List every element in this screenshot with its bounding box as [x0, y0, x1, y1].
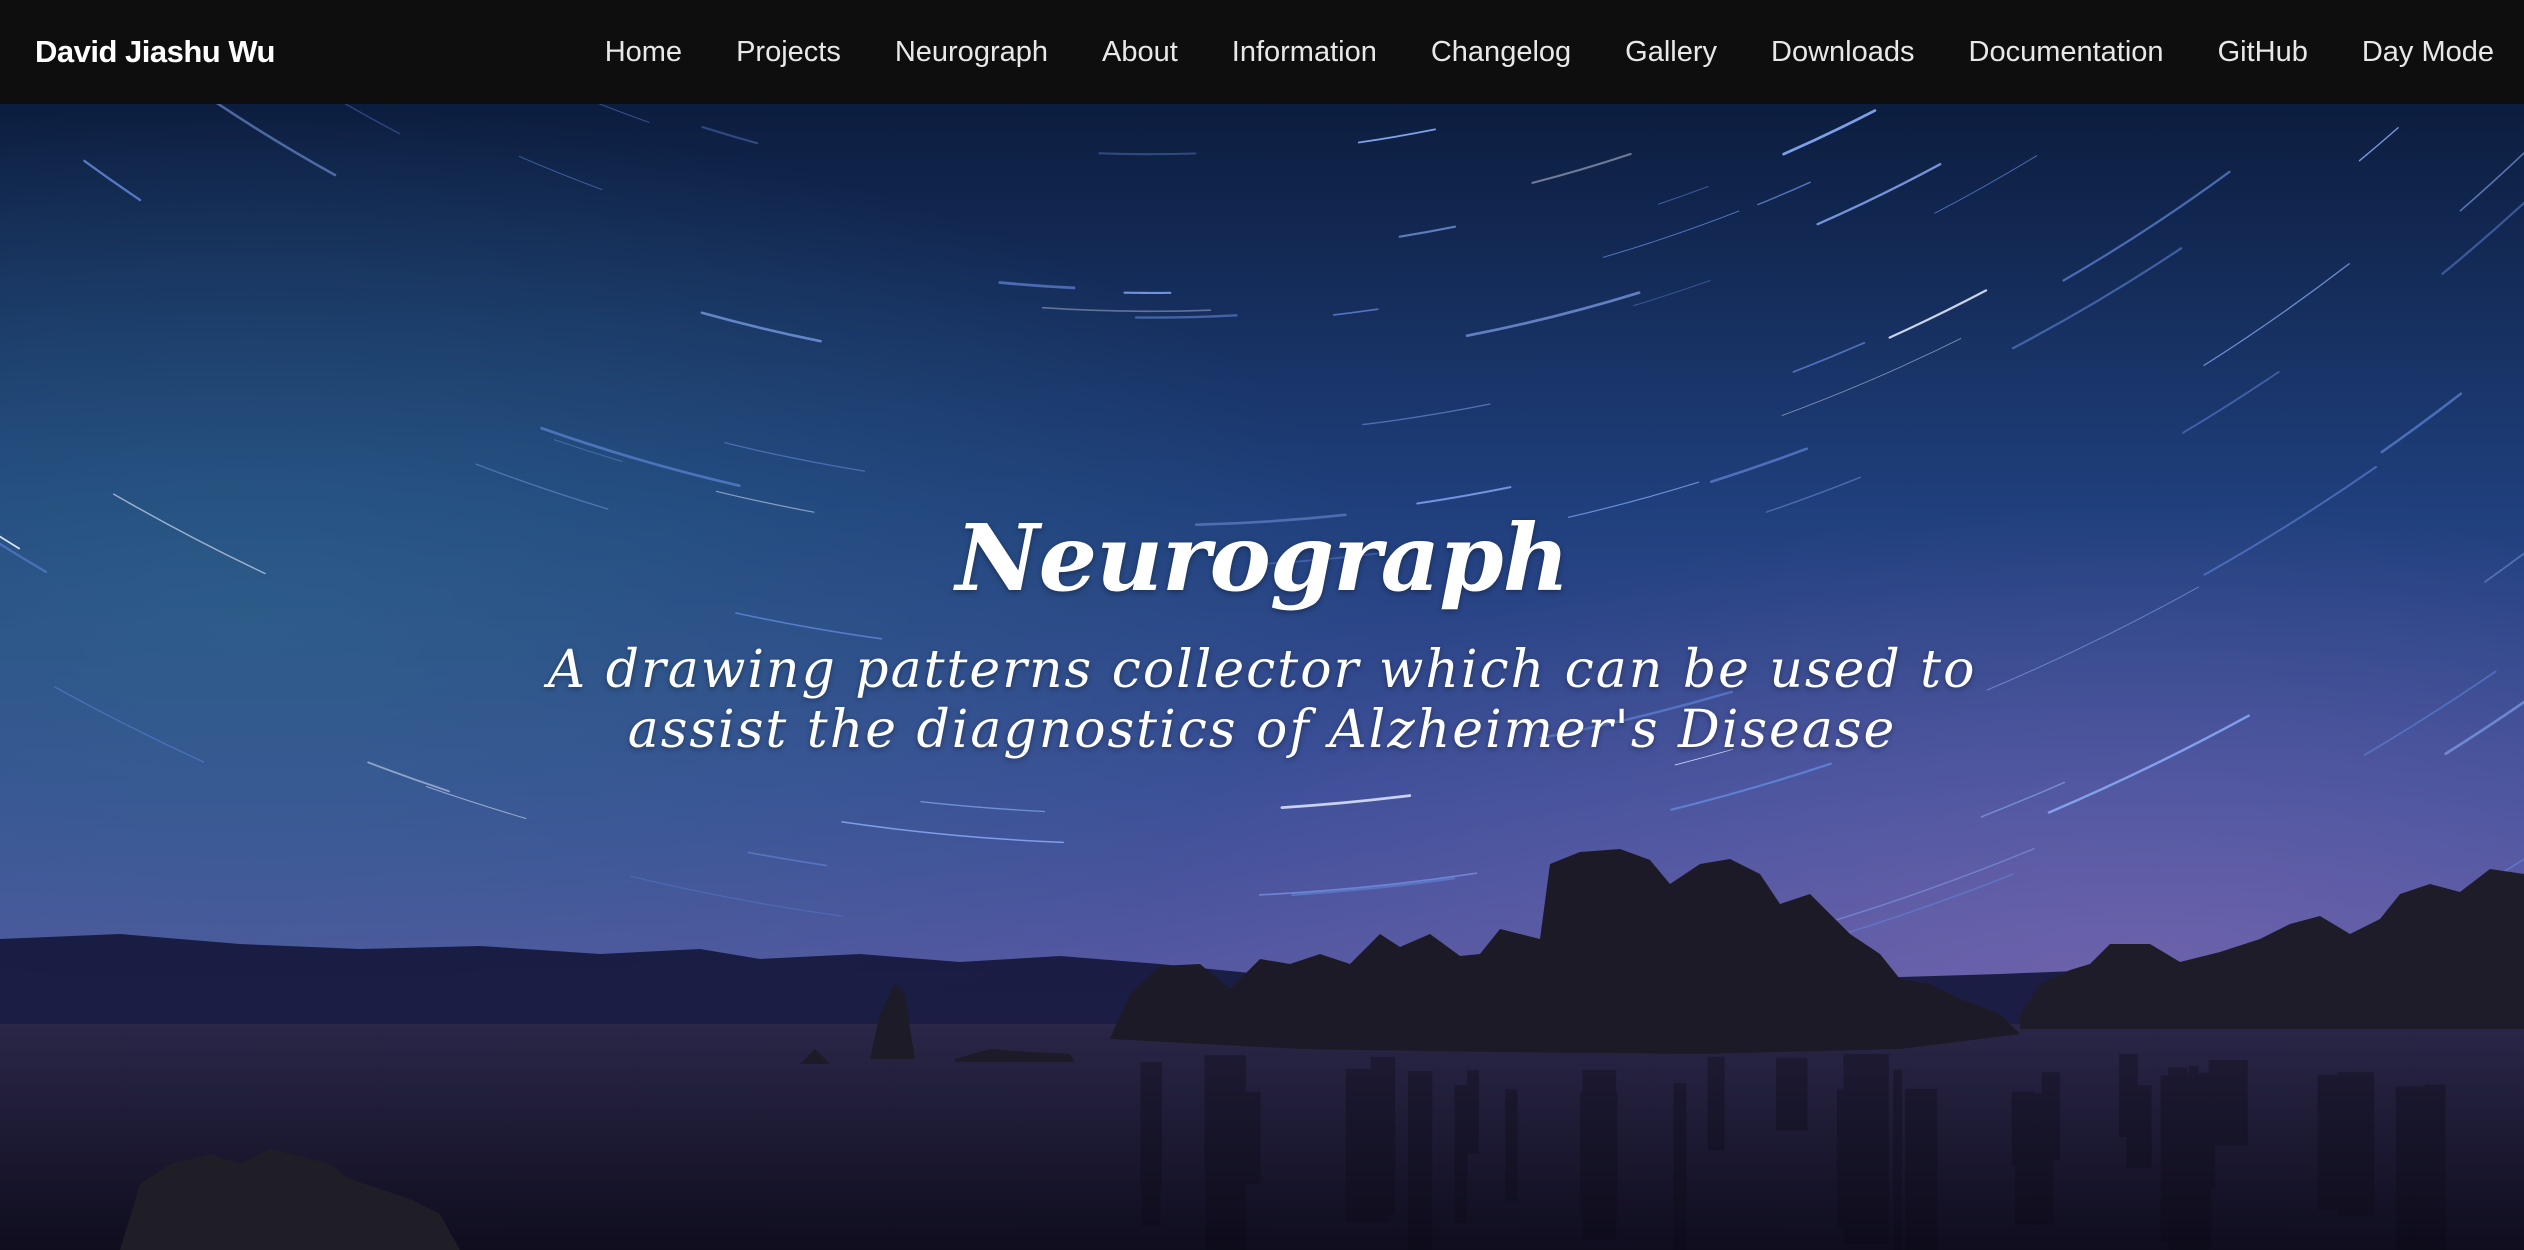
nav-day-mode[interactable]: Day Mode — [2362, 36, 2494, 69]
nav-home[interactable]: Home — [605, 36, 682, 69]
nav-links: Home Projects Neurograph About Information Ch… — [551, 0, 2494, 104]
nav-information[interactable]: Information — [1232, 36, 1377, 69]
nav-gallery[interactable]: Gallery — [1625, 36, 1717, 69]
nav-about[interactable]: About — [1102, 36, 1178, 69]
nav-downloads[interactable]: Downloads — [1771, 36, 1914, 69]
hero-section: Neurograph A drawing patterns collector … — [0, 104, 2524, 1250]
nav-github[interactable]: GitHub — [2218, 36, 2308, 69]
top-navbar: David Jiashu Wu Home Projects Neurograph Ab… — [0, 0, 2524, 104]
site-brand[interactable]: David Jiashu Wu — [35, 0, 276, 104]
nav-neurograph[interactable]: Neurograph — [895, 36, 1048, 69]
nav-documentation[interactable]: Documentation — [1969, 36, 2164, 69]
hero-title: Neurograph — [955, 504, 1570, 612]
nav-projects[interactable]: Projects — [736, 36, 841, 69]
nav-changelog[interactable]: Changelog — [1431, 36, 1571, 69]
hero-subtitle: A drawing patterns collector which can b… — [547, 640, 1977, 760]
